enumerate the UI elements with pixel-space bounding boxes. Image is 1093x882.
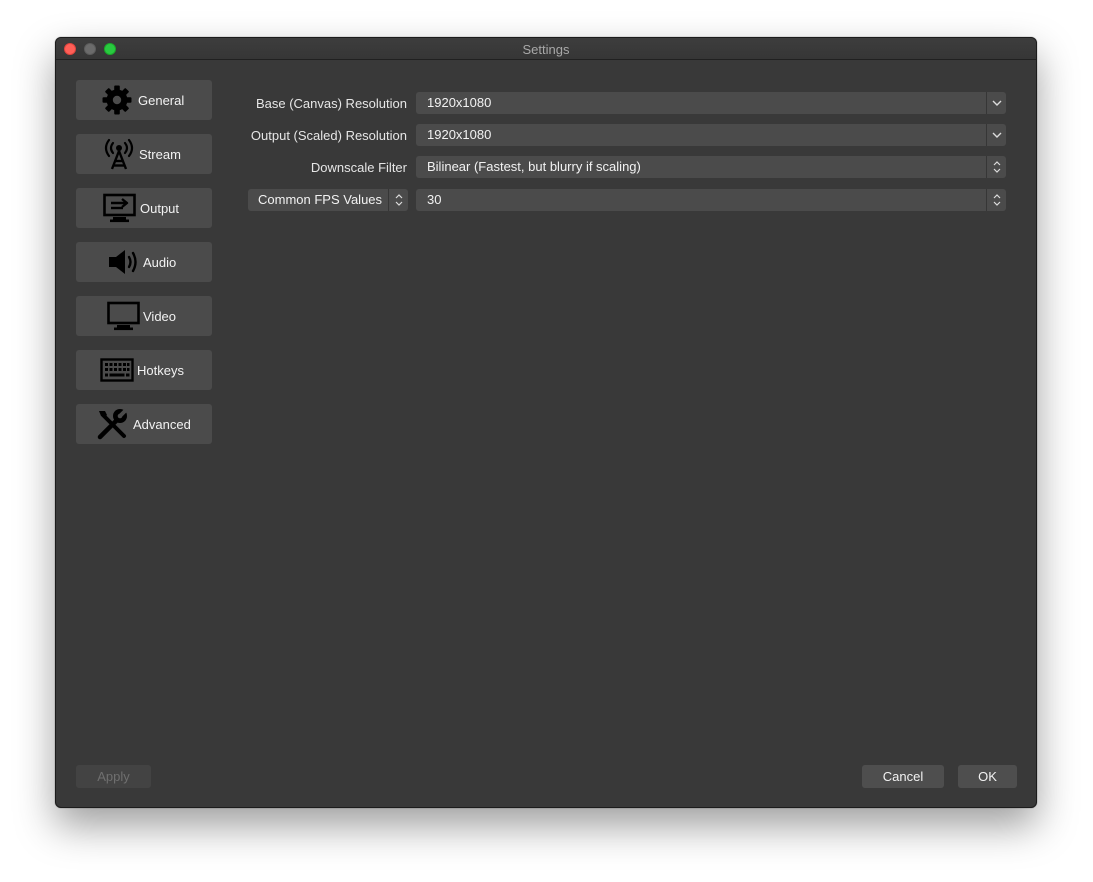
updown-chevron-icon[interactable] (986, 189, 1006, 211)
output-resolution-value: 1920x1080 (427, 127, 492, 142)
downscale-filter-select[interactable]: Bilinear (Fastest, but blurry if scaling… (416, 156, 1006, 178)
updown-chevron-icon[interactable] (388, 189, 408, 211)
chevron-down-icon[interactable] (986, 124, 1006, 146)
sidebar-item-label: Output (140, 200, 180, 216)
sidebar-item-hotkeys[interactable]: Hotkeys (76, 350, 212, 390)
apply-button[interactable]: Apply (76, 765, 151, 788)
cancel-button[interactable]: Cancel (862, 765, 944, 788)
downscale-filter-value: Bilinear (Fastest, but blurry if scaling… (427, 159, 641, 174)
sidebar-item-general[interactable]: General (76, 80, 212, 120)
output-resolution-combobox[interactable]: 1920x1080 (416, 124, 1006, 146)
gear-icon (100, 84, 134, 116)
monitor-icon (107, 301, 141, 331)
ok-button[interactable]: OK (958, 765, 1017, 788)
sidebar-item-label: Hotkeys (137, 362, 184, 378)
title-bar: Settings (56, 38, 1036, 60)
fps-value: 30 (427, 192, 442, 207)
sidebar-item-stream[interactable]: Stream (76, 134, 212, 174)
updown-chevron-icon[interactable] (986, 156, 1006, 178)
sidebar-item-video[interactable]: Video (76, 296, 212, 336)
fps-value-select[interactable]: 30 (416, 189, 1006, 211)
chevron-down-icon[interactable] (986, 92, 1006, 114)
sidebar-item-label: Stream (139, 146, 181, 162)
keyboard-icon (100, 358, 134, 382)
sidebar-item-label: Audio (143, 254, 177, 270)
base-resolution-combobox[interactable]: 1920x1080 (416, 92, 1006, 114)
output-resolution-label: Output (Scaled) Resolution (250, 128, 407, 143)
tools-icon (95, 407, 129, 441)
fps-type-select[interactable]: Common FPS Values (248, 189, 408, 211)
base-resolution-value: 1920x1080 (427, 95, 492, 110)
sidebar-item-output[interactable]: Output (76, 188, 212, 228)
monitor-output-icon (103, 193, 137, 223)
sidebar-item-advanced[interactable]: Advanced (76, 404, 212, 444)
sidebar-item-label: Video (143, 308, 177, 324)
base-resolution-label: Base (Canvas) Resolution (255, 96, 407, 111)
sidebar-item-label: Advanced (133, 416, 191, 432)
window-title: Settings (522, 42, 570, 57)
downscale-filter-label: Downscale Filter (310, 160, 407, 175)
antenna-icon (102, 138, 136, 170)
fps-type-value: Common FPS Values (258, 192, 383, 207)
sidebar-item-audio[interactable]: Audio (76, 242, 212, 282)
speaker-icon (107, 248, 141, 276)
settings-window: Settings General Stream Output Audio Vid… (55, 37, 1037, 808)
sidebar-item-label: General (138, 92, 185, 108)
